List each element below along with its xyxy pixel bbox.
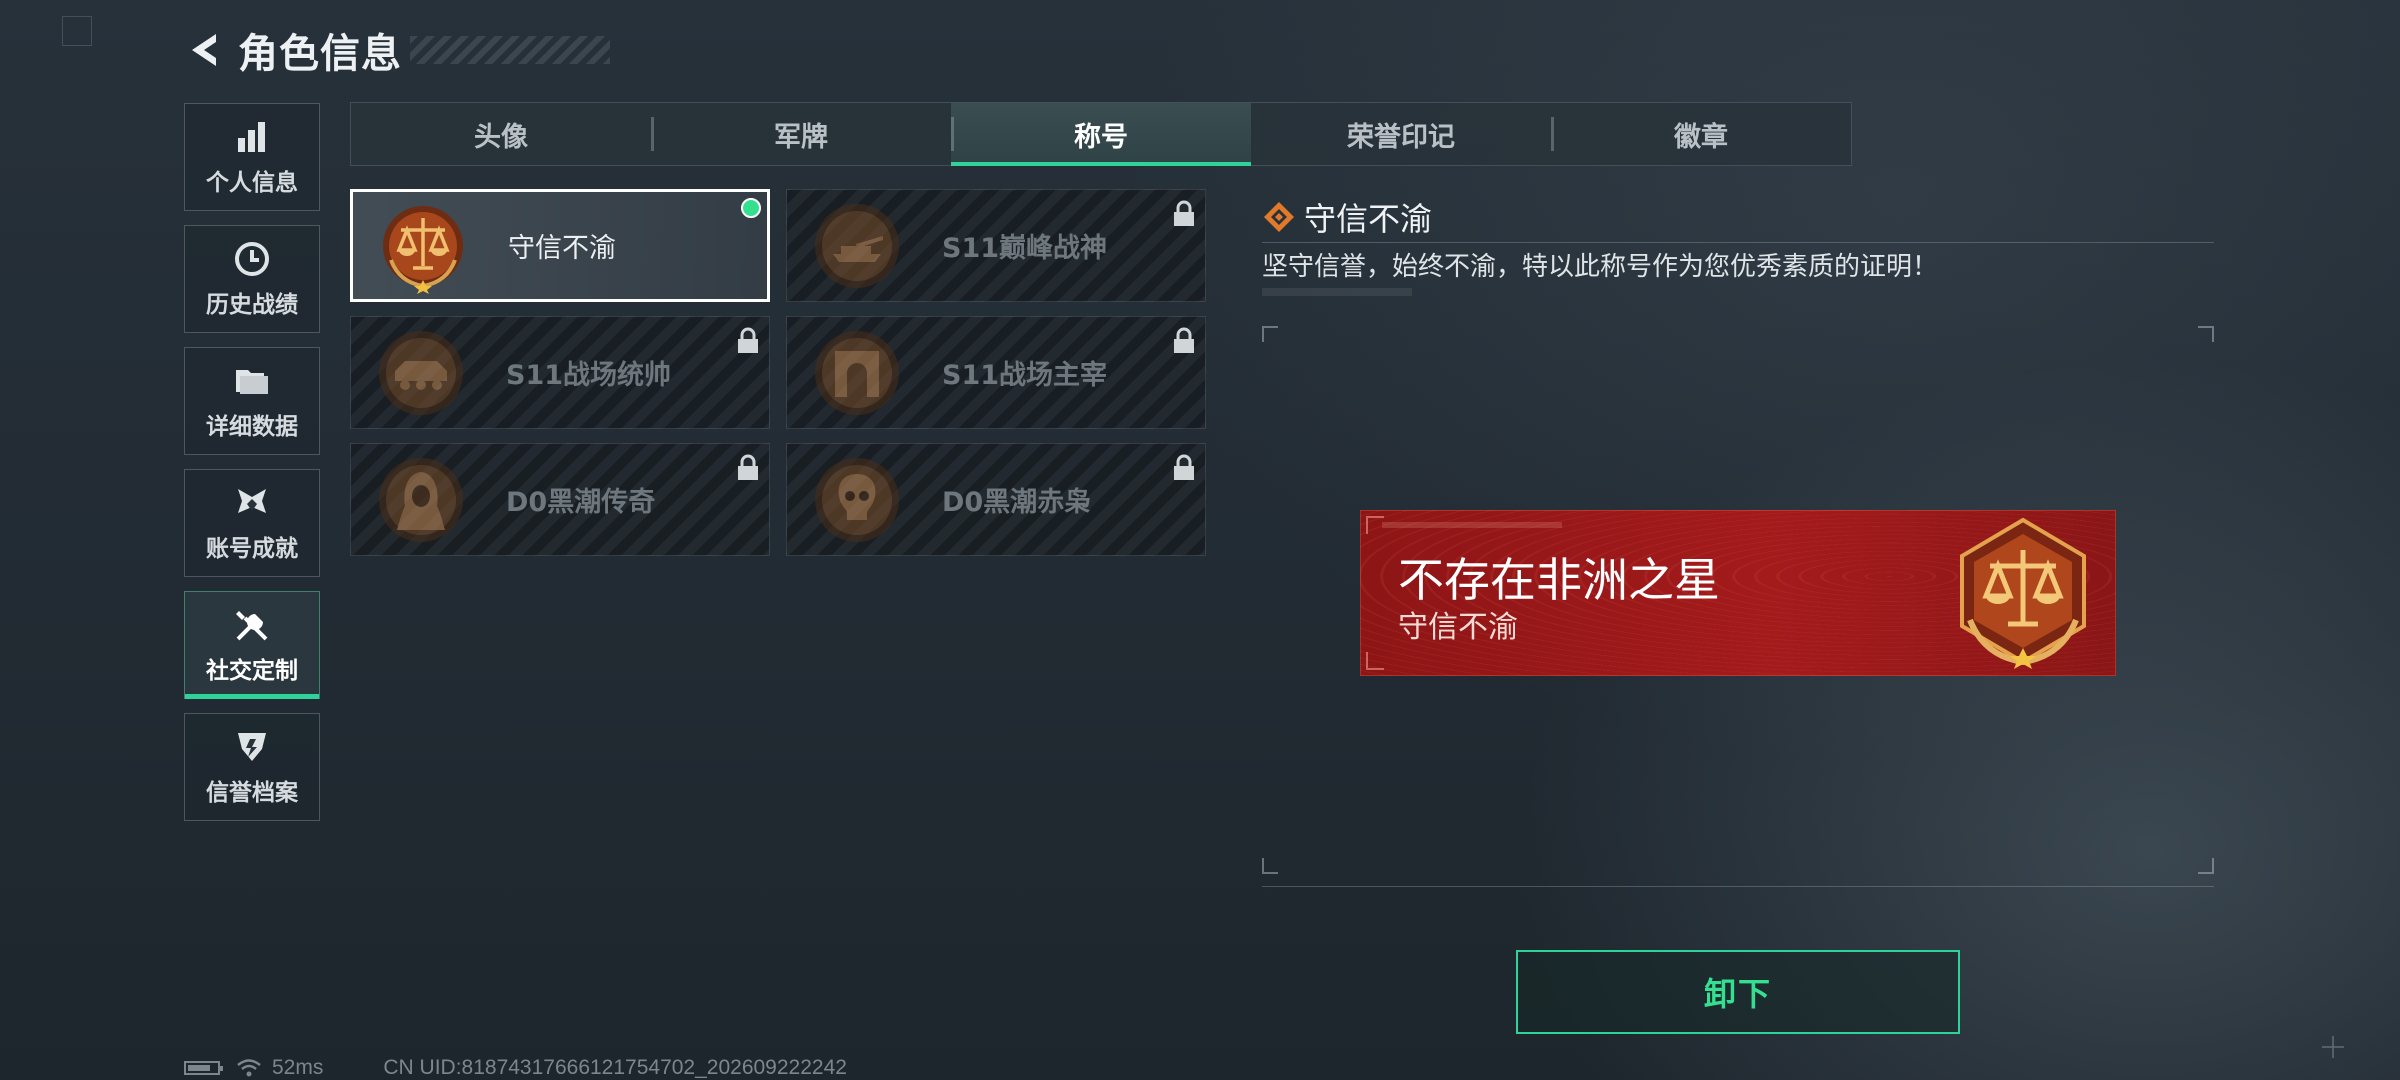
sidebar-item-achievements[interactable]: 账号成就 <box>184 469 320 577</box>
scales-medal-icon <box>383 206 463 294</box>
detail-title: 守信不渝 <box>1304 200 1433 238</box>
wifi-icon <box>237 1059 261 1077</box>
title-preview-banner: 不存在非洲之星 守信不渝 <box>1360 510 2116 676</box>
crosshair-mark <box>2322 1036 2344 1058</box>
frame-corner <box>2198 326 2214 342</box>
apc-medal-icon <box>379 331 463 415</box>
sidebar-item-personal-info[interactable]: 个人信息 <box>184 103 320 211</box>
corner-decoration <box>62 16 92 46</box>
lock-icon <box>738 327 758 353</box>
title-card-name: S11巅峰战神 <box>942 233 1108 264</box>
folder-icon <box>232 361 272 401</box>
sidebar-nav: 个人信息 历史战绩 详细数据 账号成就 社交定制 信誉档案 <box>184 103 322 835</box>
user-uid: CN UID:818743176661217547​02_20260922224… <box>383 1056 847 1079</box>
tab-bar: 头像 军牌 称号 荣誉印记 徽章 <box>350 102 1852 166</box>
detail-header: 守信不渝 <box>1262 192 2214 243</box>
lock-icon <box>1174 454 1194 480</box>
banner-fine-text <box>1382 522 1562 528</box>
detail-description: 坚守信誉，始终不渝，特以此称号作为您优秀素质的证明！ <box>1262 252 1939 282</box>
title-card[interactable]: D0黑潮赤枭 <box>786 443 1206 556</box>
shield-icon <box>232 727 272 767</box>
title-card[interactable]: S11战场统帅 <box>350 316 770 429</box>
title-card[interactable]: S11巅峰战神 <box>786 189 1206 302</box>
tab-badge[interactable]: 徽章 <box>1551 103 1851 165</box>
diamond-icon <box>1264 202 1294 232</box>
hooded-figure-medal-icon <box>379 458 463 542</box>
equipped-indicator-dot <box>741 198 761 218</box>
unequip-button[interactable]: 卸下 <box>1516 950 1960 1034</box>
tank-medal-icon <box>815 204 899 288</box>
title-card[interactable]: S11战场主宰 <box>786 316 1206 429</box>
title-card-name: S11战场主宰 <box>942 360 1108 391</box>
lock-icon <box>1174 200 1194 226</box>
tab-avatar[interactable]: 头像 <box>351 103 651 165</box>
title-card-selected[interactable]: 守信不渝 <box>350 189 770 302</box>
ping-value: 52ms <box>272 1056 324 1079</box>
sidebar-item-social-custom[interactable]: 社交定制 <box>184 591 320 699</box>
arch-medal-icon <box>815 331 899 415</box>
title-card-name: S11战场统帅 <box>506 360 672 391</box>
lock-icon <box>738 454 758 480</box>
tools-icon <box>232 605 272 645</box>
tab-honor-mark[interactable]: 荣誉印记 <box>1251 103 1551 165</box>
banner-title: 守信不渝 <box>1398 610 1518 645</box>
back-arrow-icon[interactable] <box>184 28 228 72</box>
skull-medal-icon <box>815 458 899 542</box>
unequip-button-label: 卸下 <box>1703 975 1772 1013</box>
title-card-name: D0黑潮赤枭 <box>942 487 1092 518</box>
frame-corner <box>2198 858 2214 874</box>
sidebar-item-label: 信誉档案 <box>206 780 298 806</box>
sidebar-item-label: 账号成就 <box>206 536 298 562</box>
sidebar-item-label: 个人信息 <box>206 170 298 196</box>
title-card[interactable]: D0黑潮传奇 <box>350 443 770 556</box>
lock-icon <box>1174 327 1194 353</box>
banner-corner <box>1366 652 1384 670</box>
title-card-name: 守信不渝 <box>508 233 616 264</box>
frame-corner <box>1262 326 1278 342</box>
scales-medal-icon <box>1960 517 2086 669</box>
achievement-icon <box>232 483 272 523</box>
detail-subtext-placeholder <box>1262 288 1412 296</box>
page-header: 角色信息 <box>184 22 610 78</box>
sidebar-item-match-history[interactable]: 历史战绩 <box>184 225 320 333</box>
sidebar-item-detailed-data[interactable]: 详细数据 <box>184 347 320 455</box>
banner-player-name: 不存在非洲之星 <box>1398 553 1720 607</box>
sidebar-item-label: 详细数据 <box>206 414 298 440</box>
page-title: 角色信息 <box>238 31 402 77</box>
sidebar-item-label: 历史战绩 <box>206 292 298 318</box>
title-decoration <box>410 36 610 64</box>
bar-chart-icon <box>232 117 272 157</box>
battery-icon <box>184 1061 223 1075</box>
frame-corner <box>1262 858 1278 874</box>
tab-dog-tag[interactable]: 军牌 <box>651 103 951 165</box>
tab-title[interactable]: 称号 <box>951 103 1251 166</box>
clock-icon <box>232 239 272 279</box>
title-card-name: D0黑潮传奇 <box>506 487 656 518</box>
sidebar-item-label: 社交定制 <box>206 658 298 684</box>
sidebar-item-credit-record[interactable]: 信誉档案 <box>184 713 320 821</box>
status-bar: 52ms CN UID:818743176661217547​02_202609… <box>184 1056 847 1080</box>
